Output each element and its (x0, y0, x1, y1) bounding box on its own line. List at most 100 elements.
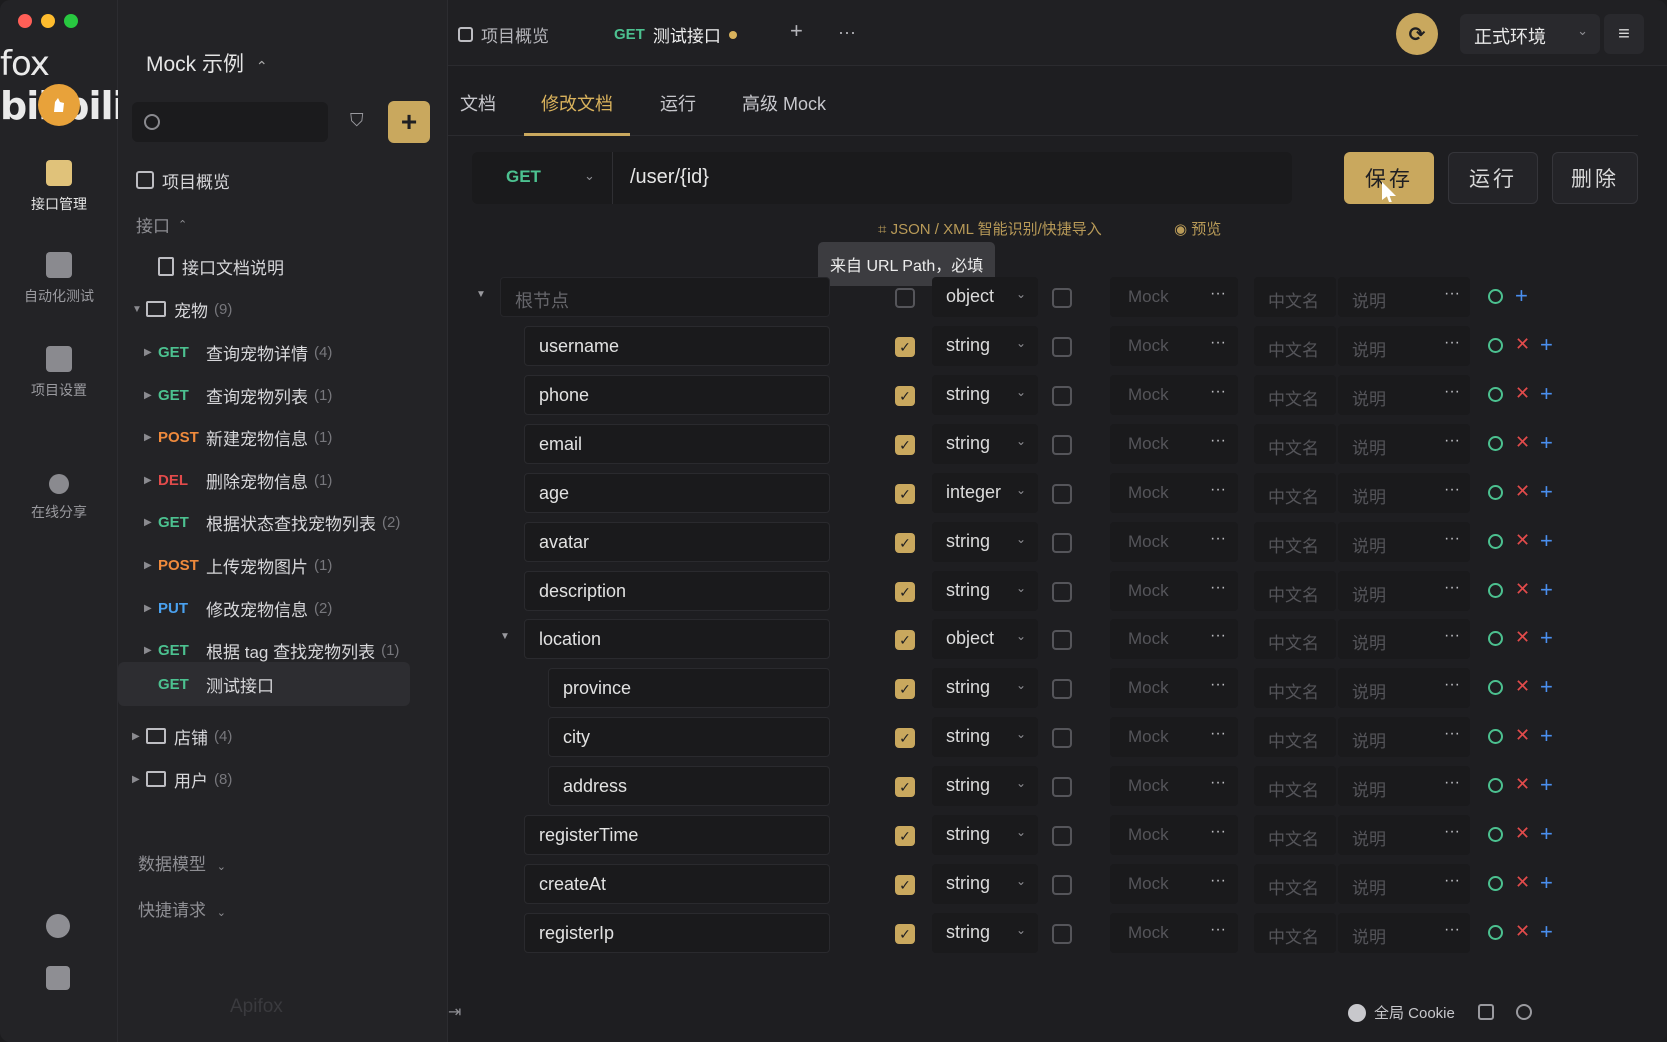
cn-name-input[interactable]: 中文名 (1254, 522, 1336, 562)
cn-name-input[interactable]: 中文名 (1254, 571, 1336, 611)
delete-field-icon[interactable]: ✕ (1515, 579, 1530, 600)
add-field-icon[interactable]: + (1540, 674, 1553, 700)
add-api-button[interactable]: + (388, 101, 430, 143)
project-switcher[interactable]: Mock 示例 ⌃ (146, 48, 268, 78)
field-name-input[interactable]: age (524, 473, 830, 513)
search-input[interactable] (132, 102, 328, 142)
more-icon[interactable]: ··· (1210, 334, 1226, 352)
tab-test-api[interactable]: GET 测试接口 (614, 22, 737, 47)
cn-name-input[interactable]: 中文名 (1254, 717, 1336, 757)
required-checkbox[interactable]: ✓ (895, 386, 915, 406)
required-checkbox[interactable]: ✓ (895, 337, 915, 357)
more-icon[interactable]: ··· (1210, 774, 1226, 792)
delete-field-icon[interactable]: ✕ (1515, 530, 1530, 551)
required-checkbox[interactable]: ✓ (895, 435, 915, 455)
nullable-checkbox[interactable] (1052, 924, 1072, 944)
caret-down-icon[interactable]: ▼ (476, 289, 486, 300)
more-icon[interactable]: ··· (1210, 285, 1226, 303)
eye-icon[interactable] (1488, 680, 1503, 695)
more-icon[interactable]: ··· (1444, 481, 1460, 499)
more-icon[interactable]: ··· (1444, 921, 1460, 939)
delete-field-icon[interactable]: ✕ (1515, 627, 1530, 648)
delete-field-icon[interactable]: ✕ (1515, 774, 1530, 795)
add-field-icon[interactable]: + (1515, 283, 1528, 309)
field-name-input[interactable]: phone (524, 375, 830, 415)
eye-icon[interactable] (1488, 827, 1503, 842)
field-name-input[interactable]: createAt (524, 864, 830, 904)
required-checkbox[interactable]: ✓ (895, 777, 915, 797)
required-checkbox[interactable] (895, 288, 915, 308)
type-select[interactable]: object ⌄ (932, 277, 1038, 317)
field-name-input[interactable]: registerIp (524, 913, 830, 953)
more-tabs-button[interactable]: ··· (838, 22, 856, 43)
required-checkbox[interactable]: ✓ (895, 826, 915, 846)
desc-input[interactable]: 说明 ··· (1338, 571, 1470, 611)
help-icon[interactable] (1516, 1004, 1532, 1020)
tree-endpoint-selected[interactable]: GET 测试接口 (118, 662, 410, 706)
method-select[interactable]: GET (506, 167, 541, 187)
more-icon[interactable]: ··· (1210, 627, 1226, 645)
more-icon[interactable]: ··· (1444, 823, 1460, 841)
delete-button[interactable]: 删除 (1552, 152, 1638, 204)
eye-icon[interactable] (1488, 778, 1503, 793)
cn-name-input[interactable]: 中文名 (1254, 424, 1336, 464)
add-field-icon[interactable]: + (1540, 919, 1553, 945)
add-field-icon[interactable]: + (1540, 430, 1553, 456)
tab-edit-doc[interactable]: 修改文档 (524, 90, 630, 136)
maximize-window-button[interactable] (64, 14, 78, 28)
menu-button[interactable]: ≡ (1604, 14, 1644, 54)
mock-input[interactable]: Mock ··· (1110, 766, 1238, 806)
tree-item-api-doc[interactable]: 接口文档说明 (118, 246, 448, 286)
desc-input[interactable]: 说明 ··· (1338, 717, 1470, 757)
required-checkbox[interactable]: ✓ (895, 679, 915, 699)
section-data-model[interactable]: 数据模型 ⌄ (138, 850, 226, 875)
field-name-input[interactable]: city (548, 717, 830, 757)
tree-folder-user[interactable]: ▶ 用户 (8) (118, 759, 448, 799)
close-window-button[interactable] (18, 14, 32, 28)
project-avatar[interactable] (38, 84, 80, 126)
mock-input[interactable]: Mock ··· (1110, 668, 1238, 708)
environment-select[interactable]: 正式环境 ⌄ (1460, 14, 1600, 54)
cn-name-input[interactable]: 中文名 (1254, 619, 1336, 659)
cn-name-input[interactable]: 中文名 (1254, 375, 1336, 415)
section-quick-request[interactable]: 快捷请求 ⌄ (138, 896, 226, 921)
tree-folder-pet[interactable]: ▼ 宠物 (9) (118, 289, 448, 329)
type-select[interactable]: string ⌄ (932, 375, 1038, 415)
nullable-checkbox[interactable] (1052, 484, 1072, 504)
more-icon[interactable]: ··· (1444, 774, 1460, 792)
eye-icon[interactable] (1488, 436, 1503, 451)
tree-folder-store[interactable]: ▶ 店铺 (4) (118, 716, 448, 756)
cn-name-input[interactable]: 中文名 (1254, 766, 1336, 806)
required-checkbox[interactable]: ✓ (895, 582, 915, 602)
nullable-checkbox[interactable] (1052, 728, 1072, 748)
eye-icon[interactable] (1488, 876, 1503, 891)
cn-name-input[interactable]: 中文名 (1254, 473, 1336, 513)
eye-icon[interactable] (1488, 338, 1503, 353)
desc-input[interactable]: 说明 ··· (1338, 277, 1470, 317)
delete-field-icon[interactable]: ✕ (1515, 872, 1530, 893)
tree-endpoint[interactable]: ▶ GET 根据状态查找宠物列表 (2) (118, 502, 448, 542)
tree-endpoint[interactable]: ▶ POST 上传宠物图片 (1) (118, 545, 448, 585)
field-name-input[interactable]: description (524, 571, 830, 611)
global-cookie-button[interactable]: 全局 Cookie (1348, 1002, 1455, 1023)
nullable-checkbox[interactable] (1052, 435, 1072, 455)
add-field-icon[interactable]: + (1540, 821, 1553, 847)
type-select[interactable]: string ⌄ (932, 668, 1038, 708)
tab-advanced-mock[interactable]: 高级 Mock (742, 90, 826, 136)
tab-doc[interactable]: 文档 (460, 90, 496, 136)
add-field-icon[interactable]: + (1540, 479, 1553, 505)
mock-input[interactable]: Mock ··· (1110, 864, 1238, 904)
type-select[interactable]: string ⌄ (932, 522, 1038, 562)
mock-input[interactable]: Mock ··· (1110, 619, 1238, 659)
more-icon[interactable]: ··· (1444, 334, 1460, 352)
type-select[interactable]: integer ⌄ (932, 473, 1038, 513)
more-icon[interactable]: ··· (1210, 579, 1226, 597)
field-name-input[interactable]: province (548, 668, 830, 708)
field-name-input[interactable]: registerTime (524, 815, 830, 855)
more-icon[interactable]: ··· (1210, 872, 1226, 890)
field-name-input[interactable]: address (548, 766, 830, 806)
eye-icon[interactable] (1488, 534, 1503, 549)
rail-item-project-settings[interactable]: 项目设置 (0, 346, 118, 400)
delete-field-icon[interactable]: ✕ (1515, 921, 1530, 942)
mock-input[interactable]: Mock ··· (1110, 913, 1238, 953)
